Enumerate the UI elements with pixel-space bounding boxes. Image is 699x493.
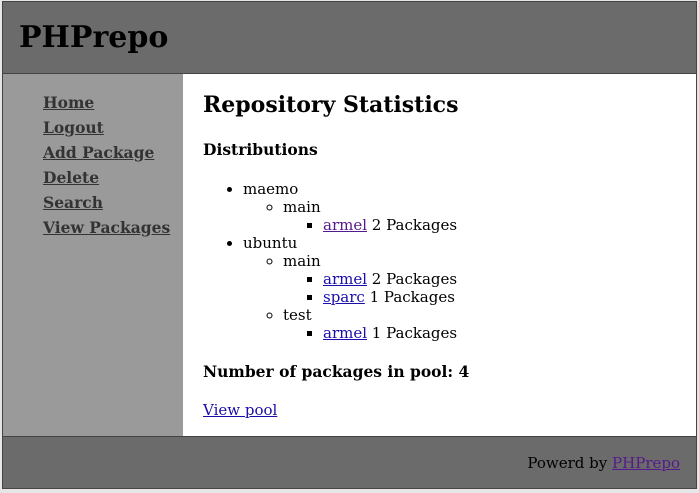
component-name: test	[283, 306, 312, 324]
arch-link[interactable]: armel	[323, 270, 367, 288]
component-list: main armel 2 Packages sparc 1 Packages	[243, 252, 457, 342]
distribution-tree: maemo main armel 2 Packages	[203, 180, 457, 342]
arch-link[interactable]: sparc	[323, 288, 365, 306]
logout-link[interactable]: Logout	[43, 118, 104, 137]
footer-text: Powerd by PHPrepo	[527, 454, 680, 472]
arch-item: armel 2 Packages	[323, 216, 457, 234]
page-title: Repository Statistics	[203, 92, 459, 118]
distribution-item: ubuntu main armel 2 Packages sparc	[243, 234, 457, 342]
arch-item: armel 2 Packages	[323, 270, 457, 288]
delete-link[interactable]: Delete	[43, 168, 99, 187]
arch-list: armel 2 Packages sparc 1 Packages	[283, 270, 457, 306]
pool-count-label: Number of packages in pool:	[203, 362, 454, 381]
pool-count-value: 4	[458, 362, 470, 381]
site-title: PHPrepo	[19, 20, 169, 55]
package-count: 2 Packages	[371, 270, 458, 288]
package-count: 1 Packages	[371, 324, 458, 342]
package-count: 2 Packages	[371, 216, 458, 234]
header: PHPrepo	[3, 2, 696, 74]
component-name: main	[283, 198, 321, 216]
sidebar-item-home: Home	[43, 92, 170, 117]
arch-list: armel 1 Packages	[283, 324, 457, 342]
arch-item: sparc 1 Packages	[323, 288, 457, 306]
arch-link[interactable]: armel	[323, 216, 367, 234]
package-count: 1 Packages	[369, 288, 455, 306]
footer-link[interactable]: PHPrepo	[612, 454, 680, 472]
search-link[interactable]: Search	[43, 193, 103, 212]
footer-prefix: Powerd by	[527, 454, 608, 472]
component-list: main armel 2 Packages	[243, 198, 457, 234]
view-pool-link[interactable]: View pool	[203, 401, 277, 419]
sidebar-menu: Home Logout Add Package Delete Search Vi…	[43, 92, 170, 242]
page-frame: PHPrepo Home Logout Add Package Delete S…	[2, 1, 697, 489]
distribution-name: ubuntu	[243, 234, 298, 252]
component-item: test armel 1 Packages	[283, 306, 457, 342]
component-item: main armel 2 Packages sparc 1 Packages	[283, 252, 457, 306]
sidebar-item-add-package: Add Package	[43, 142, 170, 167]
distributions-heading: Distributions	[203, 140, 318, 159]
sidebar-item-delete: Delete	[43, 167, 170, 192]
pool-count-heading: Number of packages in pool: 4	[203, 362, 469, 382]
footer: Powerd by PHPrepo	[3, 436, 696, 488]
arch-list: armel 2 Packages	[283, 216, 457, 234]
distribution-item: maemo main armel 2 Packages	[243, 180, 457, 234]
component-name: main	[283, 252, 321, 270]
arch-item: armel 1 Packages	[323, 324, 457, 342]
sidebar-item-view-packages: View Packages	[43, 217, 170, 242]
add-package-link[interactable]: Add Package	[43, 143, 154, 162]
component-item: main armel 2 Packages	[283, 198, 457, 234]
distribution-name: maemo	[243, 180, 299, 198]
sidebar: Home Logout Add Package Delete Search Vi…	[3, 74, 183, 436]
view-packages-link[interactable]: View Packages	[43, 218, 170, 237]
arch-link[interactable]: armel	[323, 324, 367, 342]
main-content: Repository Statistics Distributions maem…	[203, 74, 683, 436]
distribution-list: maemo main armel 2 Packages	[203, 180, 457, 342]
sidebar-item-search: Search	[43, 192, 170, 217]
home-link[interactable]: Home	[43, 93, 94, 112]
sidebar-item-logout: Logout	[43, 117, 170, 142]
